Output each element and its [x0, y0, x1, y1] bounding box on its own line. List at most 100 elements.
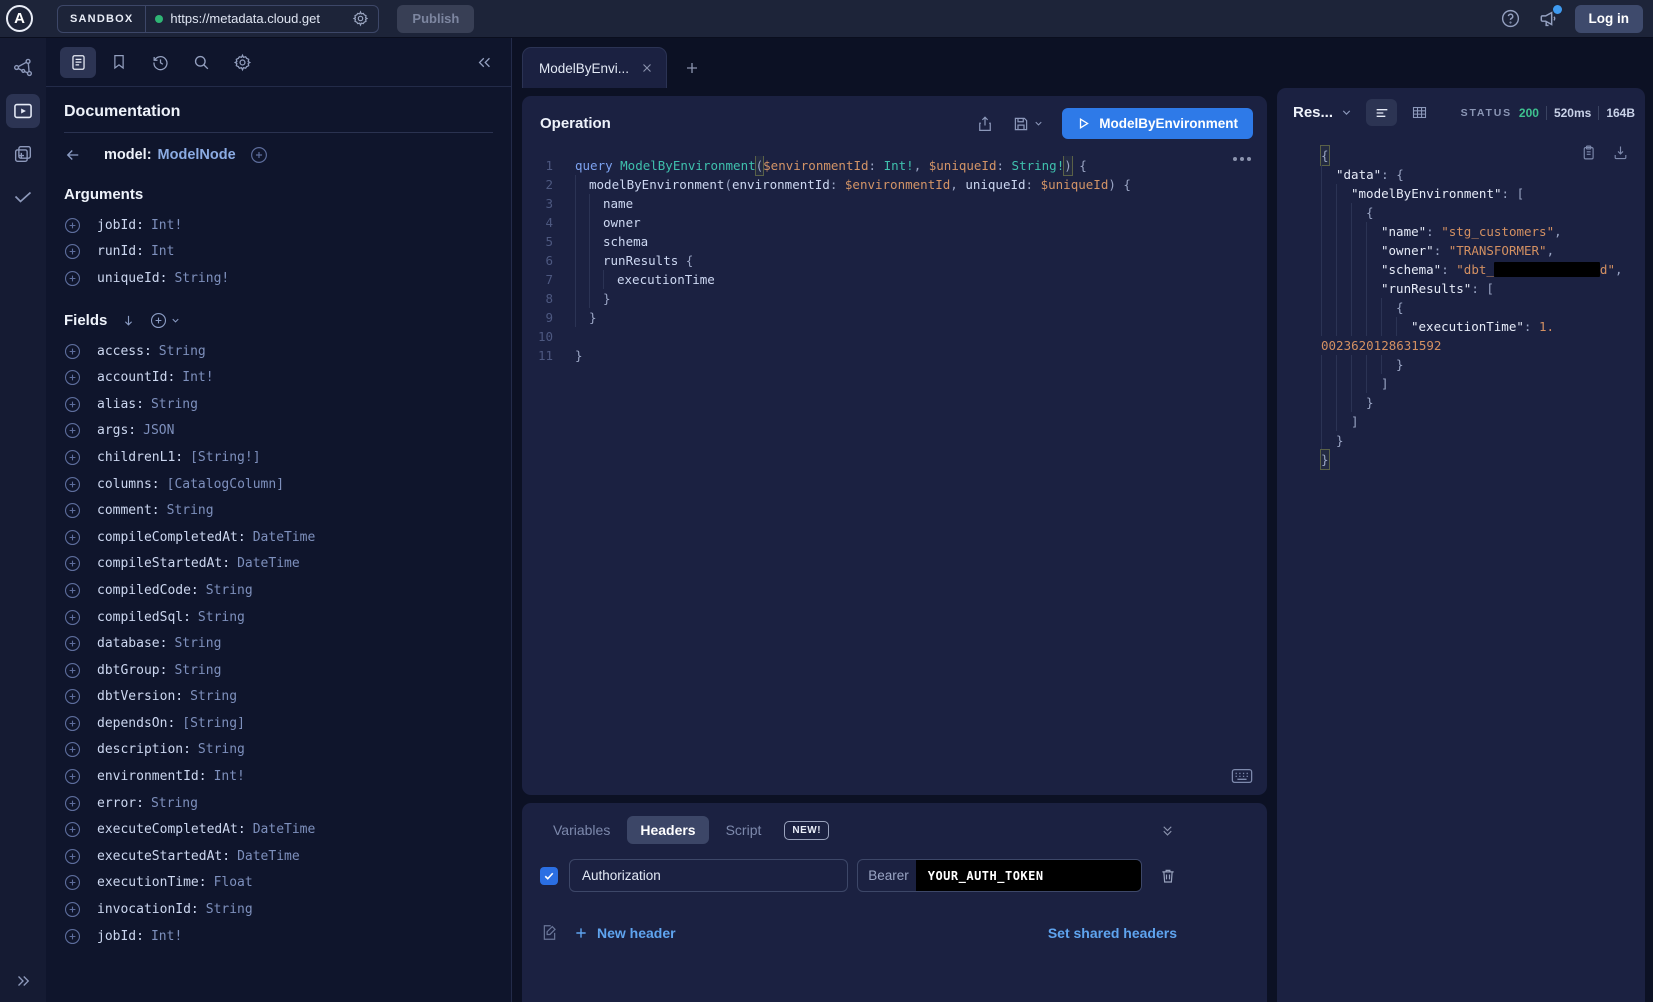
- nav-changelog-icon[interactable]: [6, 137, 40, 171]
- doc-field-row[interactable]: compiledSql: String: [64, 604, 493, 631]
- field-name[interactable]: accountId:: [97, 370, 175, 385]
- tab-script[interactable]: Script: [713, 816, 775, 844]
- field-name[interactable]: dbtVersion:: [97, 689, 183, 704]
- field-type[interactable]: Int: [151, 244, 174, 259]
- editor-lines[interactable]: query ModelByEnvironment($environmentId:…: [566, 156, 1267, 795]
- add-to-query-icon[interactable]: [64, 741, 81, 758]
- field-type[interactable]: String: [198, 742, 245, 757]
- doc-field-row[interactable]: dbtGroup: String: [64, 657, 493, 684]
- field-name[interactable]: compiledSql:: [97, 610, 191, 625]
- add-to-query-icon[interactable]: [64, 582, 81, 599]
- add-to-query-icon[interactable]: [64, 848, 81, 865]
- add-to-query-icon[interactable]: [64, 243, 81, 260]
- field-type[interactable]: [String!]: [190, 450, 260, 465]
- editor-more-menu-icon[interactable]: [1233, 157, 1251, 161]
- nav-explorer-icon[interactable]: [6, 94, 40, 128]
- download-response-icon[interactable]: [1612, 144, 1629, 161]
- doc-field-row[interactable]: dependsOn:[String]: [64, 710, 493, 737]
- doc-field-row[interactable]: compiledCode:String: [64, 577, 493, 604]
- field-type[interactable]: String: [167, 503, 214, 518]
- field-name[interactable]: columns:: [97, 477, 160, 492]
- explorer-settings-icon[interactable]: [224, 47, 260, 78]
- doc-field-row[interactable]: access: String: [64, 338, 493, 365]
- doc-field-row[interactable]: compileCompletedAt:DateTime: [64, 524, 493, 551]
- search-icon[interactable]: [183, 47, 219, 78]
- add-to-query-icon[interactable]: [64, 795, 81, 812]
- add-to-query-icon[interactable]: [64, 555, 81, 572]
- field-type[interactable]: String: [206, 583, 253, 598]
- delete-header-icon[interactable]: [1159, 867, 1177, 885]
- documentation-tab-icon[interactable]: [60, 47, 96, 78]
- auth-token-value[interactable]: YOUR_AUTH_TOKEN: [916, 860, 1141, 891]
- copy-response-icon[interactable]: [1580, 144, 1597, 161]
- response-dropdown-icon[interactable]: [1340, 106, 1353, 119]
- field-name[interactable]: alias:: [97, 397, 144, 412]
- add-to-query-icon[interactable]: [64, 270, 81, 287]
- add-all-fields-icon[interactable]: [150, 312, 181, 329]
- saved-operations-icon[interactable]: [101, 47, 137, 78]
- add-to-query-icon[interactable]: [64, 874, 81, 891]
- expand-rail-icon[interactable]: [14, 972, 32, 990]
- doc-field-row[interactable]: jobId:Int!: [64, 923, 493, 950]
- field-type[interactable]: String: [174, 636, 221, 651]
- new-tab-icon[interactable]: [675, 51, 709, 85]
- set-shared-headers-link[interactable]: Set shared headers: [1048, 925, 1177, 941]
- doc-field-row[interactable]: alias: String: [64, 391, 493, 418]
- field-name[interactable]: access:: [97, 344, 152, 359]
- add-to-query-icon[interactable]: [250, 146, 268, 164]
- endpoint-url[interactable]: https://metadata.cloud.get: [170, 11, 345, 26]
- field-type[interactable]: String: [198, 610, 245, 625]
- response-title[interactable]: Res...: [1293, 104, 1333, 121]
- field-name[interactable]: jobId:: [97, 218, 144, 233]
- field-name[interactable]: dependsOn:: [97, 716, 175, 731]
- field-type[interactable]: Int!: [214, 769, 245, 784]
- field-type[interactable]: String: [174, 663, 221, 678]
- field-name[interactable]: invocationId:: [97, 902, 199, 917]
- field-name[interactable]: database:: [97, 636, 167, 651]
- add-to-query-icon[interactable]: [64, 609, 81, 626]
- add-to-query-icon[interactable]: [64, 369, 81, 386]
- doc-field-row[interactable]: comment: String: [64, 497, 493, 524]
- add-to-query-icon[interactable]: [64, 343, 81, 360]
- header-enabled-checkbox[interactable]: [540, 867, 558, 885]
- new-header-button[interactable]: New header: [574, 925, 676, 941]
- operation-tab[interactable]: ModelByEnvi...: [522, 47, 667, 88]
- doc-field-row[interactable]: invocationId:String: [64, 896, 493, 923]
- field-type[interactable]: String: [151, 397, 198, 412]
- login-button[interactable]: Log in: [1575, 5, 1644, 33]
- field-name[interactable]: jobId:: [97, 929, 144, 944]
- field-type[interactable]: DateTime: [253, 822, 316, 837]
- field-name[interactable]: dbtGroup:: [97, 663, 167, 678]
- help-icon[interactable]: [1500, 8, 1521, 29]
- add-to-query-icon[interactable]: [64, 449, 81, 466]
- field-name[interactable]: comment:: [97, 503, 160, 518]
- tab-variables[interactable]: Variables: [540, 816, 623, 844]
- doc-field-row[interactable]: executionTime: Float: [64, 870, 493, 897]
- field-name[interactable]: uniqueId:: [97, 271, 167, 286]
- field-type[interactable]: Float: [214, 875, 253, 890]
- doc-field-row[interactable]: description:String: [64, 737, 493, 764]
- graphql-editor[interactable]: 1234567891011 query ModelByEnvironment($…: [522, 149, 1267, 795]
- add-to-query-icon[interactable]: [64, 396, 81, 413]
- bulk-edit-headers-icon[interactable]: [540, 923, 559, 942]
- collapse-request-panel-icon[interactable]: [1160, 823, 1175, 838]
- doc-field-row[interactable]: executeStartedAt:DateTime: [64, 843, 493, 870]
- nav-schema-icon[interactable]: [6, 51, 40, 85]
- share-operation-icon[interactable]: [976, 115, 994, 133]
- breadcrumb-type[interactable]: ModelNode: [158, 147, 236, 163]
- table-view-icon[interactable]: [1404, 99, 1435, 126]
- add-to-query-icon[interactable]: [64, 715, 81, 732]
- field-name[interactable]: environmentId:: [97, 769, 207, 784]
- doc-field-row[interactable]: accountId:Int!: [64, 364, 493, 391]
- field-name[interactable]: childrenL1:: [97, 450, 183, 465]
- doc-field-row[interactable]: runId:Int: [64, 239, 493, 266]
- raw-view-icon[interactable]: [1366, 99, 1397, 126]
- add-to-query-icon[interactable]: [64, 476, 81, 493]
- field-name[interactable]: executeStartedAt:: [97, 849, 230, 864]
- add-to-query-icon[interactable]: [64, 635, 81, 652]
- add-to-query-icon[interactable]: [64, 688, 81, 705]
- sort-fields-icon[interactable]: [121, 313, 136, 328]
- field-type[interactable]: String: [159, 344, 206, 359]
- field-name[interactable]: executionTime:: [97, 875, 207, 890]
- doc-field-row[interactable]: database: String: [64, 630, 493, 657]
